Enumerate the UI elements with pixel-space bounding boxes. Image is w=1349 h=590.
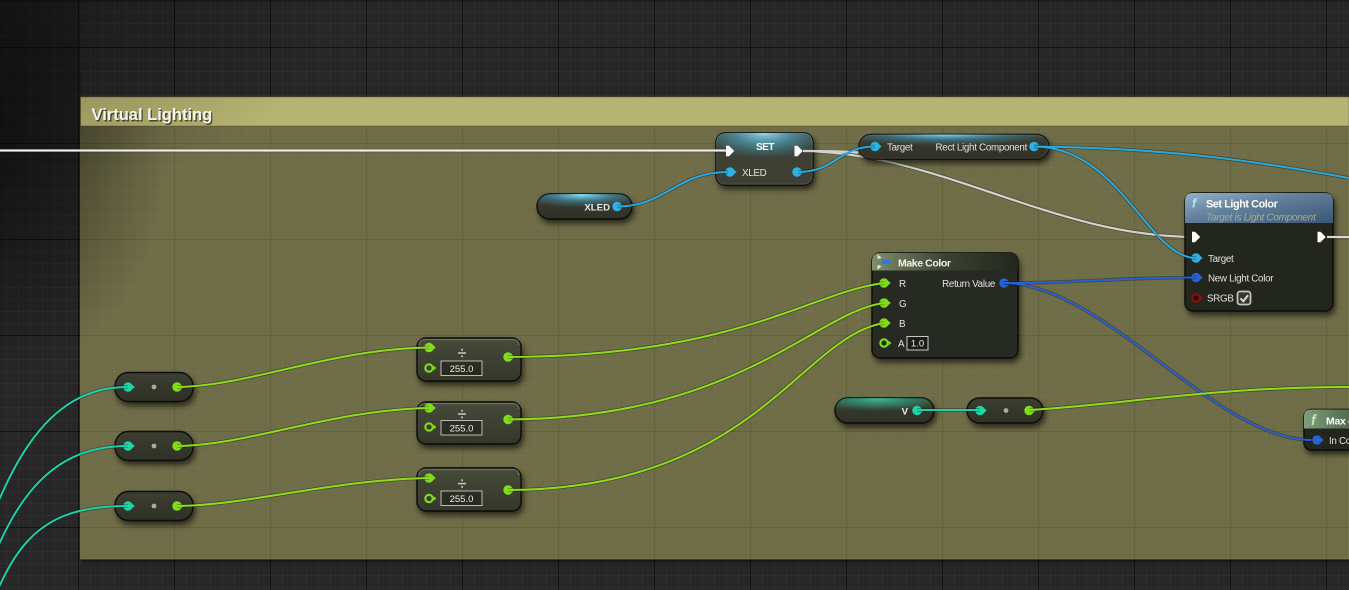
svg-text:Max (: Max ( (1326, 416, 1349, 428)
svg-text:In Co: In Co (1329, 436, 1349, 447)
svg-text:R: R (899, 279, 906, 290)
svg-text:Return Value: Return Value (942, 279, 996, 290)
svg-text:SET: SET (756, 142, 774, 153)
svg-text:Target is Light Component: Target is Light Component (1206, 213, 1317, 224)
svg-text:Set Light Color: Set Light Color (1206, 199, 1279, 211)
svg-text:A: A (898, 339, 905, 350)
svg-text:255.0: 255.0 (450, 424, 474, 435)
svg-text:G: G (899, 299, 906, 310)
svg-text:Rect Light Component: Rect Light Component (936, 143, 1028, 154)
svg-text:255.0: 255.0 (450, 364, 474, 375)
svg-text:SRGB: SRGB (1207, 294, 1234, 305)
svg-text:Virtual Lighting: Virtual Lighting (92, 106, 213, 124)
svg-text:XLED: XLED (584, 203, 610, 214)
svg-text:Target: Target (1208, 254, 1234, 265)
svg-text:V: V (902, 407, 909, 418)
svg-text:Target: Target (887, 143, 913, 154)
svg-text:B: B (899, 319, 906, 330)
svg-text:1.0: 1.0 (911, 339, 924, 350)
svg-text:XLED: XLED (742, 168, 767, 179)
svg-text:Make Color: Make Color (898, 258, 951, 270)
svg-text:New Light Color: New Light Color (1208, 274, 1274, 285)
svg-text:255.0: 255.0 (450, 494, 474, 505)
